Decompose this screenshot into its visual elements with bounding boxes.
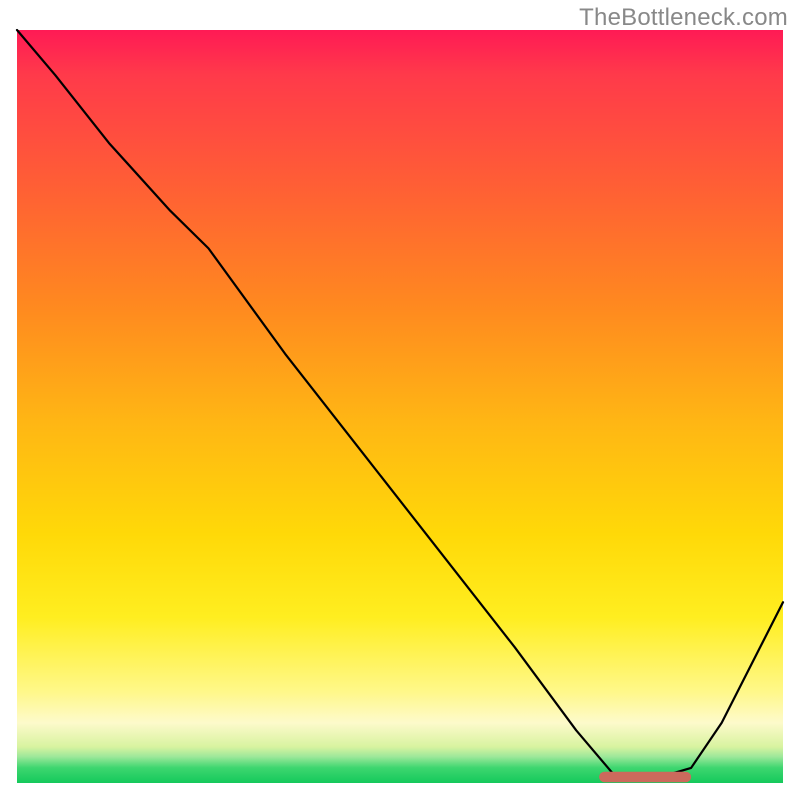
optimal-zone-marker [599, 772, 691, 783]
chart-wrapper: TheBottleneck.com [0, 0, 800, 800]
watermark-text: TheBottleneck.com [579, 4, 788, 32]
plot-area [17, 30, 783, 783]
chart-overlay-svg [17, 30, 783, 783]
bottleneck-curve [17, 30, 783, 779]
